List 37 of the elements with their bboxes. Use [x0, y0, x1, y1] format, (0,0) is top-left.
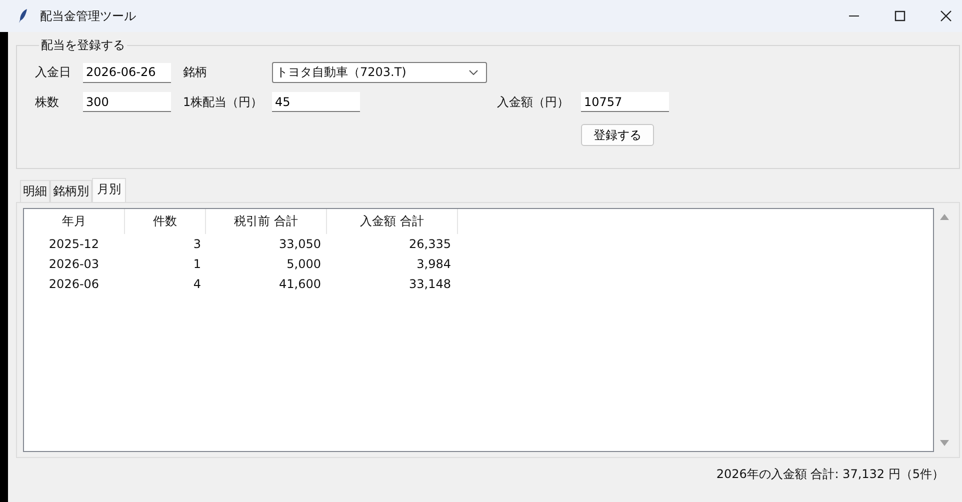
- input-field[interactable]: 45: [272, 92, 360, 112]
- feather-icon: [18, 8, 28, 24]
- column-header[interactable]: 入金額 合計: [327, 209, 458, 234]
- field-label: 入金日: [35, 64, 72, 81]
- register-button[interactable]: 登録する: [581, 124, 654, 146]
- field-label: 入金額（円）: [497, 94, 570, 110]
- column-header[interactable]: 件数: [125, 209, 206, 234]
- table-cell-text: 2026-03: [48, 257, 100, 271]
- column-header[interactable]: 年月: [24, 209, 125, 234]
- table-cell-text: 41,600: [278, 277, 322, 291]
- stock-dropdown[interactable]: トヨタ自動車（7203.T): [272, 62, 487, 83]
- table-cell-text: 3: [192, 237, 202, 251]
- tab[interactable]: 月別: [92, 178, 126, 202]
- group-title: 配当を登録する: [40, 37, 126, 54]
- maximize-icon[interactable]: [894, 10, 906, 22]
- tab[interactable]: 銘柄別: [50, 180, 92, 202]
- table-cell-text: 33,148: [408, 277, 452, 291]
- table-cell-text: 1: [192, 257, 202, 271]
- window-title: 配当金管理ツール: [40, 8, 136, 24]
- table-cell-text: 33,050: [278, 237, 322, 251]
- table-cell-text: 4: [192, 277, 202, 291]
- field-label: 銘柄: [183, 64, 208, 81]
- input-field[interactable]: 300: [83, 92, 171, 112]
- chevron-down-icon: [469, 70, 478, 75]
- input-field[interactable]: 10757: [581, 92, 669, 112]
- field-label: 株数: [35, 94, 60, 110]
- tab[interactable]: 明細: [20, 180, 50, 202]
- close-icon[interactable]: [940, 10, 952, 22]
- table-cell-text: 5,000: [286, 257, 322, 271]
- table-cell-text: 2026-06: [48, 277, 100, 291]
- table-cell-text: 3,984: [416, 257, 452, 271]
- status-text: 2026年の入金額 合計: 37,132 円（5件）: [716, 466, 944, 483]
- column-header[interactable]: 税引前 合計: [206, 209, 327, 234]
- input-field[interactable]: 2026-06-26: [83, 62, 171, 82]
- table-cell-text: 2025-12: [48, 237, 100, 251]
- table-cell-text: 26,335: [408, 237, 452, 251]
- field-label: 1株配当（円）: [183, 94, 264, 110]
